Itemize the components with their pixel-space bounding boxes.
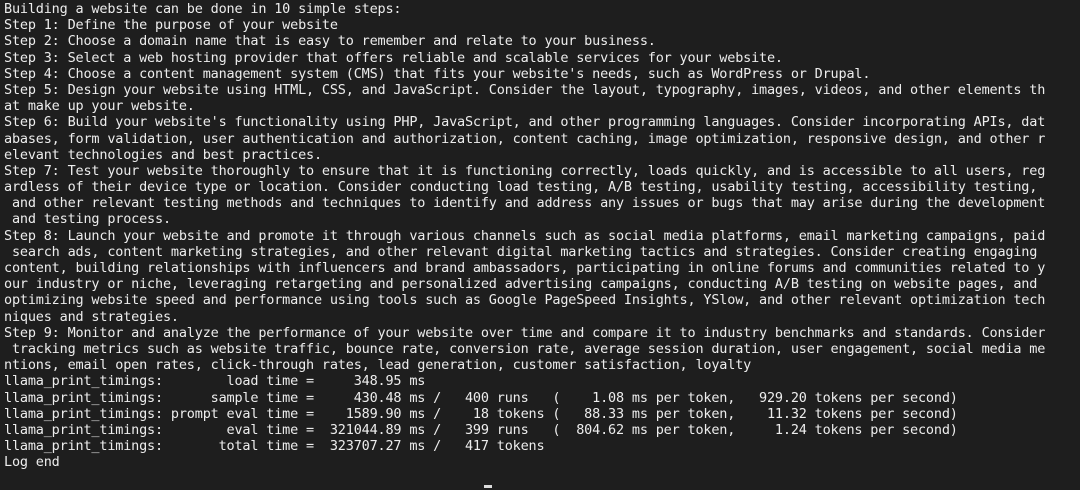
terminal-window[interactable]: Building a website can be done in 10 sim… [0,0,1080,490]
terminal-line: Step 8: Launch your website and promote … [4,227,1046,244]
terminal-line: tracking metrics such as website traffic… [4,340,1046,357]
timing-line: llama_print_timings: prompt eval time = … [4,405,958,422]
terminal-line: Step 6: Build your website's functionali… [4,114,1046,131]
terminal-line: Step 2: Choose a domain name that is eas… [4,33,656,50]
timing-line: llama_print_timings: eval time = 321044.… [4,421,958,438]
terminal-line: at make up your website. [4,98,195,115]
terminal-line: Step 4: Choose a content management syst… [4,65,871,82]
timing-line: llama_print_timings: load time = 348.95 … [4,373,426,390]
terminal-line: niques and strategies. [4,308,179,325]
terminal-line: elevant technologies and best practices. [4,146,322,163]
timing-line: llama_print_timings: sample time = 430.4… [4,389,958,406]
terminal-line: and other relevant testing methods and t… [4,195,1046,212]
timing-line: llama_print_timings: total time = 323707… [4,438,545,455]
terminal-line: our industry or niche, leveraging retarg… [4,276,1038,293]
terminal-line: Step 7: Test your website thoroughly to … [4,162,1046,179]
text-cursor [484,485,492,488]
terminal-line: ntions, email open rates, click-through … [4,357,752,374]
terminal-line: and testing process. [4,211,171,228]
terminal-line: Step 9: Monitor and analyze the performa… [4,324,1046,341]
terminal-line: ardless of their device type or location… [4,179,1038,196]
terminal-line: Step 3: Select a web hosting provider th… [4,49,783,66]
log-end-line: Log end [4,454,60,471]
terminal-line: Step 5: Design your website using HTML, … [4,81,1046,98]
terminal-line: Building a website can be done in 10 sim… [4,1,402,17]
terminal-line: Step 1: Define the purpose of your websi… [4,17,338,34]
terminal-line: search ads, content marketing strategies… [4,243,1038,260]
terminal-line: content, building relationships with inf… [4,260,1046,276]
terminal-line: optimizing website speed and performance… [4,292,1046,309]
terminal-line: abases, form validation, user authentica… [4,130,1046,147]
